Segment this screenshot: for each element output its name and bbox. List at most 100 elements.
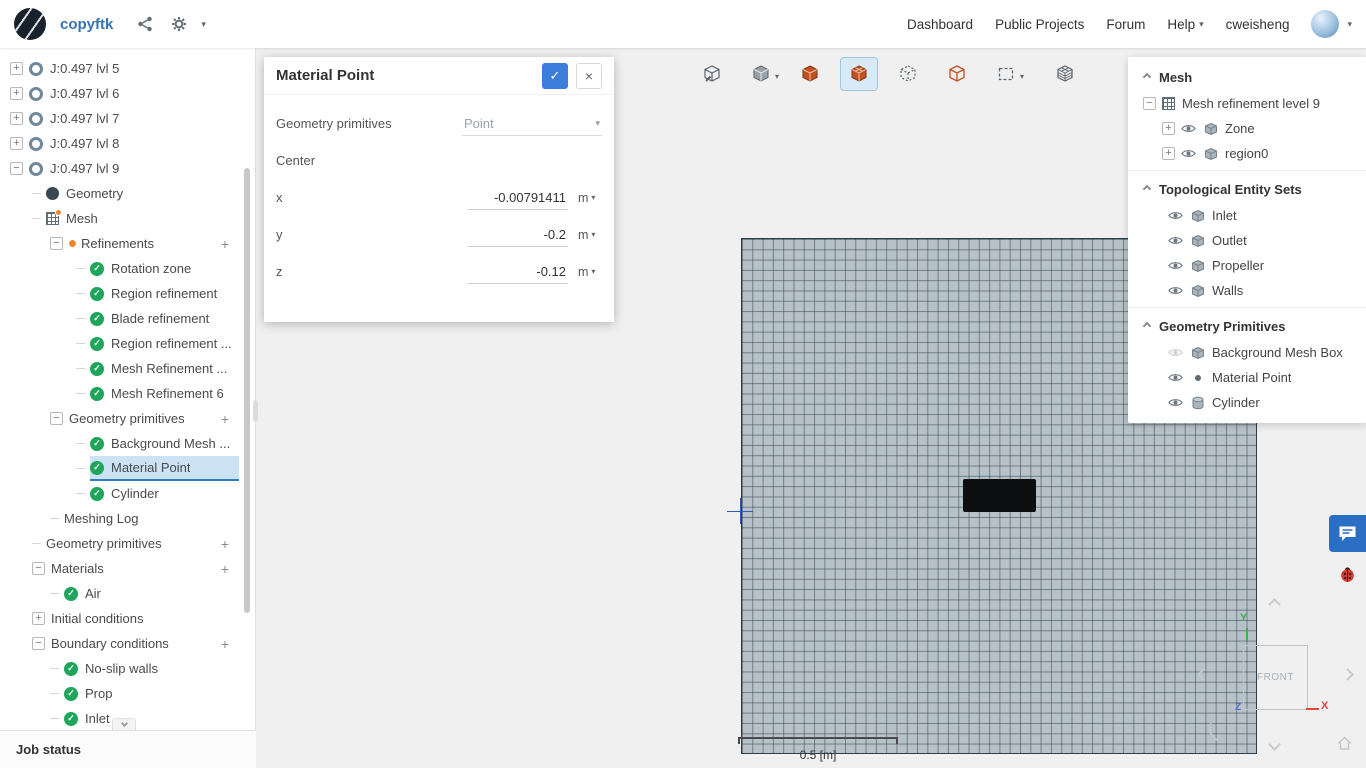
scene-item-background-mesh-box[interactable]: Background Mesh Box xyxy=(1128,340,1366,365)
tree-item-j0497-lvl8[interactable]: J:0.497 lvl 8 xyxy=(0,131,255,156)
x-unit-select[interactable]: m ▾ xyxy=(568,191,602,205)
tree-item-boundary-conditions[interactable]: Boundary conditions xyxy=(0,631,255,656)
share-icon[interactable] xyxy=(133,12,157,36)
y-unit-select[interactable]: m ▾ xyxy=(568,228,602,242)
collapse-section-icon[interactable] xyxy=(1142,72,1152,82)
tree-item-mesh-refinement[interactable]: Mesh Refinement ... xyxy=(0,356,255,381)
visibility-eye-icon[interactable] xyxy=(1168,397,1183,408)
collapse-icon[interactable] xyxy=(50,412,63,425)
settings-caret-icon[interactable]: ▾ xyxy=(201,19,206,29)
propeller-geometry[interactable] xyxy=(963,479,1036,512)
orientation-cube[interactable]: FRONT xyxy=(1243,645,1308,710)
expand-icon[interactable] xyxy=(1162,122,1175,135)
user-menu-caret-icon[interactable]: ▾ xyxy=(1347,19,1352,29)
visibility-eye-icon[interactable] xyxy=(1168,260,1183,271)
tree-item-j0497-lvl7[interactable]: J:0.497 lvl 7 xyxy=(0,106,255,131)
tree-item-materials[interactable]: Materials xyxy=(0,556,255,581)
panel-resize-handle[interactable] xyxy=(253,400,258,422)
surface-mesh-view-icon[interactable] xyxy=(792,58,828,90)
expand-icon[interactable] xyxy=(32,612,45,625)
user-menu[interactable]: ▾ xyxy=(1311,10,1352,38)
visibility-eye-icon[interactable] xyxy=(1181,123,1196,134)
edit-mesh-icon[interactable] xyxy=(694,58,730,90)
collapse-section-icon[interactable] xyxy=(1142,321,1152,331)
visibility-eye-icon[interactable] xyxy=(1168,210,1183,221)
tree-item-mesh-refinement-6[interactable]: Mesh Refinement 6 xyxy=(0,381,255,406)
expand-icon[interactable] xyxy=(10,87,23,100)
home-view-icon[interactable] xyxy=(1336,736,1353,754)
volume-mesh-view-icon[interactable] xyxy=(840,57,878,91)
collapse-icon[interactable] xyxy=(32,562,45,575)
tree-item-region-refinement[interactable]: Region refinement xyxy=(0,281,255,306)
solid-view-caret-icon[interactable]: ▾ xyxy=(775,72,779,81)
tree-item-background-mesh[interactable]: Background Mesh ... xyxy=(0,431,255,456)
mesh-clip-icon[interactable] xyxy=(1047,58,1083,90)
x-input[interactable] xyxy=(468,185,568,210)
settings-gear-icon[interactable] xyxy=(167,12,191,36)
scene-item-mesh-refinement-level-9[interactable]: Mesh refinement level 9 xyxy=(1128,91,1366,116)
tree-item-material-point[interactable]: Material Point xyxy=(0,456,255,481)
chat-support-button[interactable] xyxy=(1329,515,1366,552)
add-primitive-icon[interactable] xyxy=(217,411,233,427)
scene-item-region0[interactable]: region0 xyxy=(1128,141,1366,166)
user-avatar[interactable] xyxy=(1311,10,1340,38)
tree-item-geometry[interactable]: Geometry xyxy=(0,181,255,206)
tree-item-refinements[interactable]: Refinements xyxy=(0,231,255,256)
tree-item-blade-refinement[interactable]: Blade refinement xyxy=(0,306,255,331)
geometry-primitives-select[interactable]: Point ▾ xyxy=(462,112,602,136)
y-input[interactable] xyxy=(468,222,568,247)
nav-public-projects[interactable]: Public Projects xyxy=(995,17,1084,32)
tree-item-prop[interactable]: Prop xyxy=(0,681,255,706)
selected-row-highlight[interactable]: Material Point xyxy=(90,456,239,481)
collapse-icon[interactable] xyxy=(10,162,23,175)
nav-forum[interactable]: Forum xyxy=(1106,17,1145,32)
add-material-icon[interactable] xyxy=(217,561,233,577)
visibility-eye-icon[interactable] xyxy=(1168,285,1183,296)
collapse-icon[interactable] xyxy=(1143,97,1156,110)
confirm-button[interactable] xyxy=(542,62,568,89)
tree-item-mesh[interactable]: Mesh xyxy=(0,206,255,231)
tree-item-j0497-lvl6[interactable]: J:0.497 lvl 6 xyxy=(0,81,255,106)
scene-section-topological-header[interactable]: Topological Entity Sets xyxy=(1128,175,1366,203)
roll-view-icon[interactable] xyxy=(1205,720,1231,747)
expand-icon[interactable] xyxy=(10,137,23,150)
z-unit-select[interactable]: m ▾ xyxy=(568,265,602,279)
tree-item-region-refinement-2[interactable]: Region refinement ... xyxy=(0,331,255,356)
visibility-eye-off-icon[interactable] xyxy=(1168,347,1183,358)
box-selection-icon[interactable]: ▾ xyxy=(988,58,1024,90)
tree-item-air[interactable]: Air xyxy=(0,581,255,606)
scene-item-propeller[interactable]: Propeller xyxy=(1128,253,1366,278)
visibility-eye-icon[interactable] xyxy=(1168,235,1183,246)
bug-report-icon[interactable] xyxy=(1339,566,1356,583)
username[interactable]: cweisheng xyxy=(1226,17,1290,32)
add-boundary-condition-icon[interactable] xyxy=(217,636,233,652)
scene-item-material-point[interactable]: Material Point xyxy=(1128,365,1366,390)
tree-item-geometry-primitives-2[interactable]: Geometry primitives xyxy=(0,531,255,556)
scene-item-zone[interactable]: Zone xyxy=(1128,116,1366,141)
close-button[interactable] xyxy=(576,62,602,89)
tree-item-cylinder[interactable]: Cylinder xyxy=(0,481,255,506)
tree-item-initial-conditions[interactable]: Initial conditions xyxy=(0,606,255,631)
scene-section-geometry-primitives-header[interactable]: Geometry Primitives xyxy=(1128,312,1366,340)
tree-item-meshing-log[interactable]: Meshing Log xyxy=(0,506,255,531)
solid-view-icon[interactable]: ▾ xyxy=(743,58,779,90)
scene-item-outlet[interactable]: Outlet xyxy=(1128,228,1366,253)
tree-item-geometry-primitives[interactable]: Geometry primitives xyxy=(0,406,255,431)
nav-dashboard[interactable]: Dashboard xyxy=(907,17,973,32)
expand-icon[interactable] xyxy=(10,62,23,75)
scene-item-cylinder[interactable]: Cylinder xyxy=(1128,390,1366,415)
job-status-bar[interactable]: Job status xyxy=(0,730,256,768)
visibility-eye-icon[interactable] xyxy=(1181,148,1196,159)
scene-item-walls[interactable]: Walls xyxy=(1128,278,1366,303)
expand-icon[interactable] xyxy=(10,112,23,125)
add-refinement-icon[interactable] xyxy=(217,236,233,252)
scene-section-mesh-header[interactable]: Mesh xyxy=(1128,63,1366,91)
visibility-eye-icon[interactable] xyxy=(1168,372,1183,383)
z-input[interactable] xyxy=(468,259,568,284)
app-logo-icon[interactable] xyxy=(14,8,46,40)
tree-item-j0497-lvl5[interactable]: J:0.497 lvl 5 xyxy=(0,56,255,81)
tree-item-j0497-lvl9[interactable]: J:0.497 lvl 9 xyxy=(0,156,255,181)
tree-item-no-slip-walls[interactable]: No-slip walls xyxy=(0,656,255,681)
expand-icon[interactable] xyxy=(1162,147,1175,160)
collapse-icon[interactable] xyxy=(50,237,63,250)
